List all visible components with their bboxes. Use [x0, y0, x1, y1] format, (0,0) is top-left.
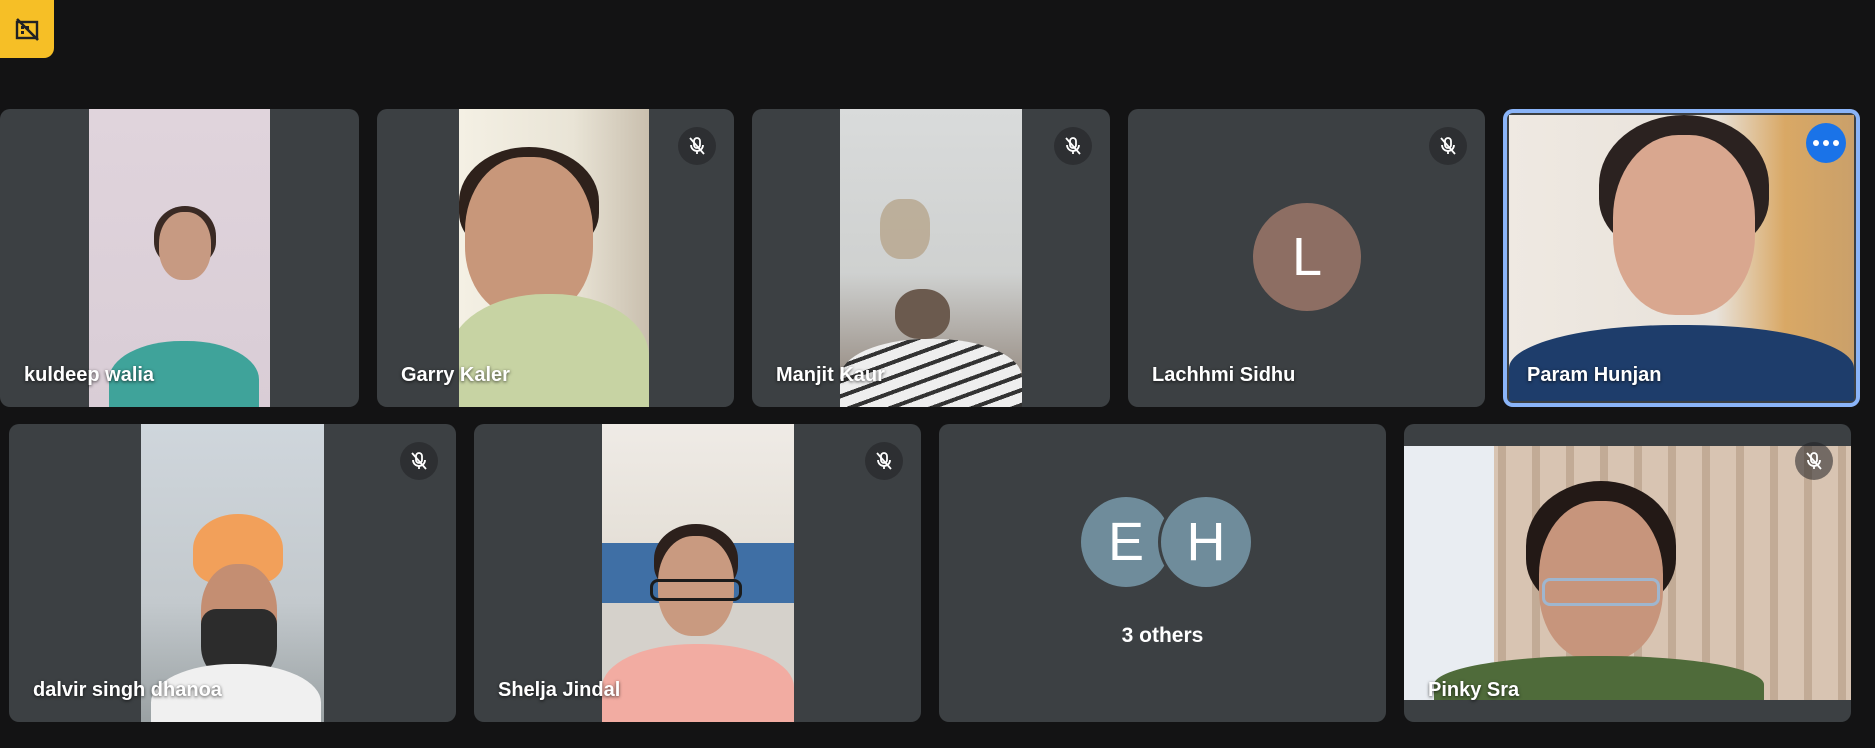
participant-video [602, 424, 794, 722]
participant-tile-shelja-jindal[interactable]: Shelja Jindal [474, 424, 921, 722]
mic-off-icon [1429, 127, 1467, 165]
more-dot-icon [1813, 140, 1819, 146]
participant-video [141, 424, 324, 722]
participant-name: Garry Kaler [401, 364, 510, 386]
more-dot-icon [1833, 140, 1839, 146]
participant-video [1509, 115, 1854, 401]
others-label: 3 others [1121, 624, 1204, 647]
participant-tile-lachhmi-sidhu[interactable]: L Lachhmi Sidhu [1128, 109, 1485, 407]
mic-off-icon [1795, 442, 1833, 480]
participant-video [1404, 446, 1851, 700]
participant-name: Pinky Sra [1428, 679, 1520, 701]
participant-video [459, 109, 649, 407]
others-tile[interactable]: E H 3 others [939, 424, 1386, 722]
mic-off-icon [400, 442, 438, 480]
participant-tile-kuldeep-walia[interactable]: kuldeep walia [0, 109, 359, 407]
participant-name: kuldeep walia [24, 364, 155, 386]
participant-name: dalvir singh dhanoa [33, 679, 222, 701]
recording-off-icon [15, 18, 39, 41]
participant-tile-dalvir-singh-dhanoa[interactable]: dalvir singh dhanoa [9, 424, 456, 722]
participant-tile-manjit-kaur[interactable]: Manjit Kaur [752, 109, 1110, 407]
recording-off-badge[interactable] [0, 0, 54, 58]
more-dot-icon [1823, 140, 1829, 146]
participant-tile-param-hunjan[interactable]: Param Hunjan [1503, 109, 1860, 407]
others-avatar-h: H [1158, 494, 1254, 590]
participant-name: Lachhmi Sidhu [1152, 364, 1296, 386]
participant-video [89, 109, 270, 407]
participant-name: Param Hunjan [1527, 364, 1662, 386]
participant-video [840, 109, 1022, 407]
participant-name: Manjit Kaur [776, 364, 885, 386]
participant-name: Shelja Jindal [498, 679, 621, 701]
mic-off-icon [865, 442, 903, 480]
participant-avatar: L [1253, 203, 1361, 311]
mic-off-icon [678, 127, 716, 165]
more-options-button[interactable] [1806, 123, 1846, 163]
participant-tile-garry-kaler[interactable]: Garry Kaler [377, 109, 734, 407]
participant-tile-pinky-sra[interactable]: Pinky Sra [1404, 424, 1851, 722]
mic-off-icon [1054, 127, 1092, 165]
